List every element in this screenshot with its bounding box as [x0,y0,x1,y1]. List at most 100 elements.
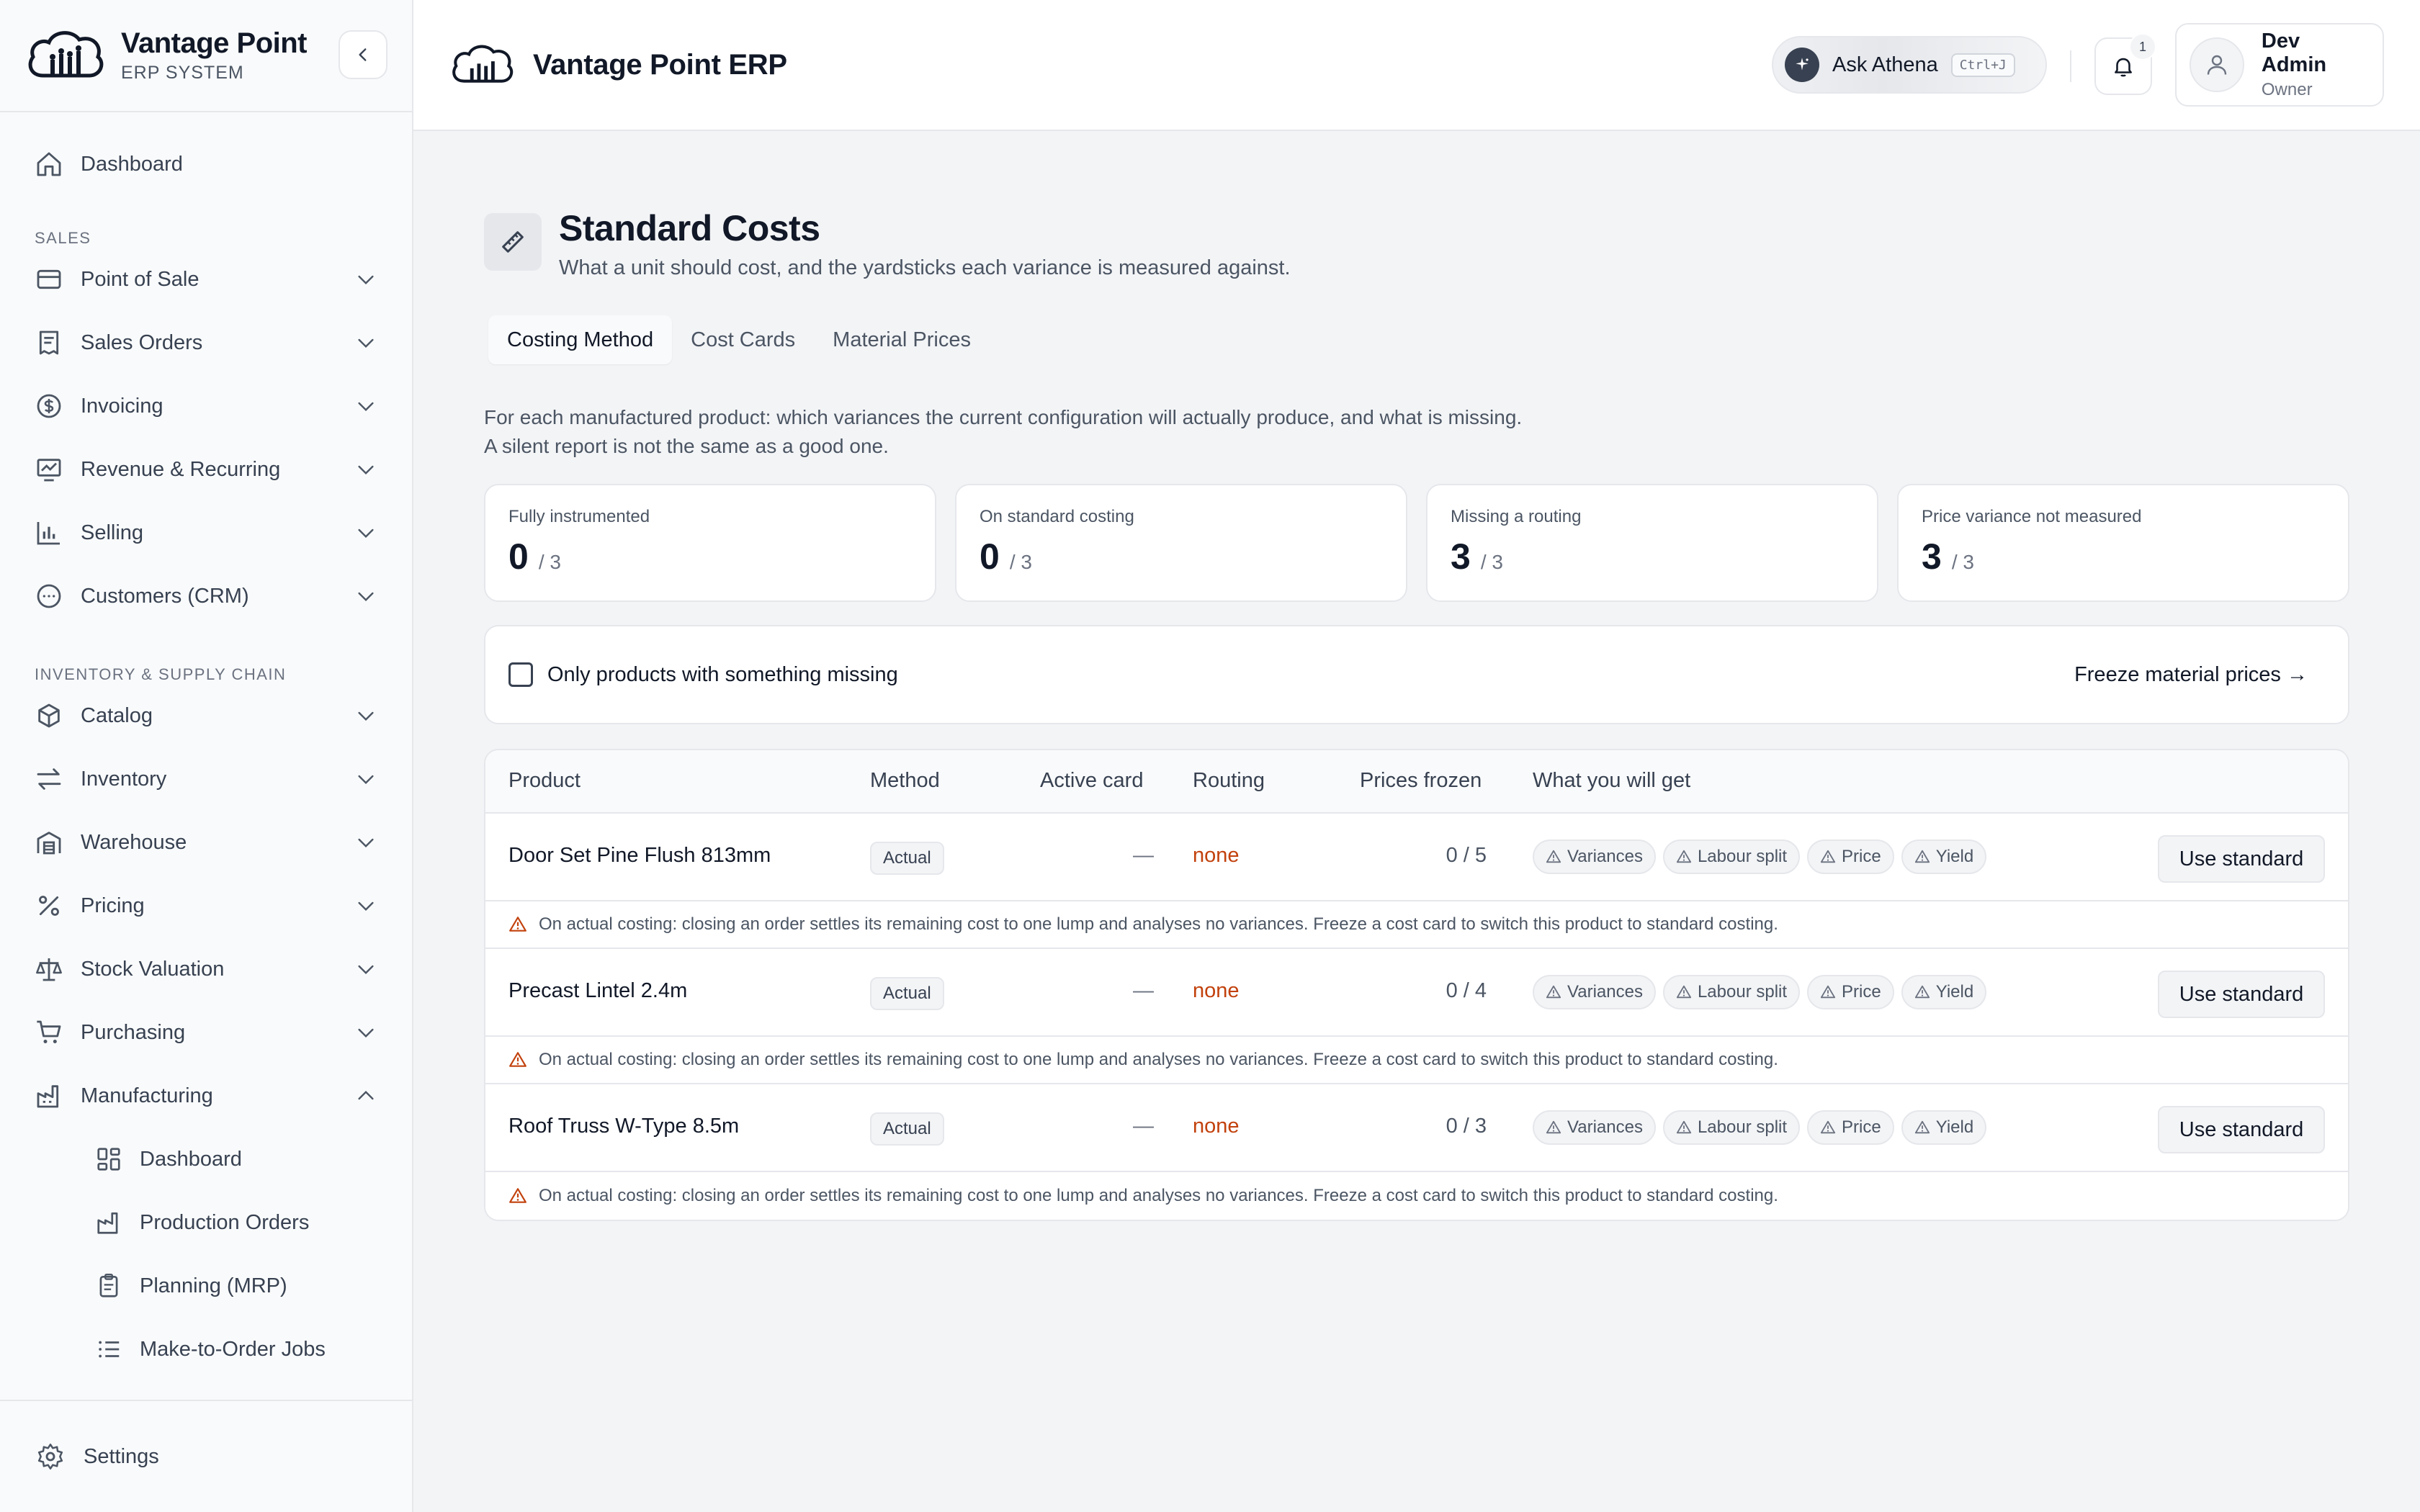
stat-total: / 3 [1951,551,1974,573]
stat-value: 3 [1451,536,1471,577]
column-header-prices-frozen: Prices frozen [1360,769,1482,792]
warehouse-icon [37,832,61,855]
routing-status: none [1193,979,1240,1002]
stat-card-price-variance: Price variance not measured 3 / 3 [1897,484,2349,602]
factory-icon [37,1085,59,1108]
tab-material-prices[interactable]: Material Prices [814,315,990,364]
capability-chip-price: Price [1807,840,1894,874]
ask-athena-button[interactable]: Ask Athena Ctrl+J [1772,36,2047,94]
warning-icon [509,917,526,932]
missing-only-label[interactable]: Only products with something missing [547,663,898,687]
product-name: Roof Truss W-Type 8.5m [508,1115,740,1138]
table-header: Product Method Active card Routing Price… [485,750,2348,814]
tab-costing-method[interactable]: Costing Method [488,315,673,364]
sidebar-item-revenue-recurring[interactable]: Revenue & Recurring [0,438,412,501]
sidebar-item-point-of-sale[interactable]: Point of Sale [0,248,412,311]
sidebar-item-pricing[interactable]: Pricing [0,874,412,937]
app-title: Vantage Point ERP [533,48,787,81]
sidebar-item-label: Warehouse [81,830,187,854]
capability-chip-variances: Variances [1533,1110,1656,1145]
page-title: Standard Costs [559,208,820,248]
table-row: Precast Lintel 2.4m Actual — none 0 / 4 Varia… [485,949,2348,1037]
warning-text: On actual costing: closing an order sett… [539,1050,1778,1069]
sidebar-item-settings[interactable]: Settings [0,1400,412,1512]
sidebar-item-customers-crm[interactable]: Customers (CRM) [0,564,412,628]
sidebar-item-purchasing[interactable]: Purchasing [0,1001,412,1064]
capability-chip-price: Price [1807,975,1894,1009]
warning-icon [1546,985,1561,999]
chevron-down-icon [358,465,374,475]
sidebar-subitem-make-to-order-jobs[interactable]: Make-to-Order Jobs [0,1318,412,1381]
page-subtitle: What a unit should cost, and the yardsti… [559,256,1291,279]
warning-row: On actual costing: closing an order sett… [485,1037,2348,1084]
settings-label: Settings [84,1444,159,1468]
sidebar-item-catalog[interactable]: Catalog [0,684,412,747]
chip-label: Labour split [1697,982,1788,1002]
chevron-up-icon [358,1090,374,1100]
box-icon [38,703,60,728]
chip-label: Price [1842,982,1881,1002]
chevron-down-icon [358,592,374,602]
stat-card-missing-routing: Missing a routing 3 / 3 [1426,484,1878,602]
user-menu[interactable]: Dev Admin Owner [2175,23,2384,107]
warning-icon [1546,1120,1561,1134]
capability-chip-yield: Yield [1901,1110,1987,1145]
chip-label: Yield [1935,847,1974,866]
sidebar-item-label: Catalog [81,703,153,727]
sidebar-item-warehouse[interactable]: Warehouse [0,811,412,874]
stats-row: Fully instrumented 0 / 3 On standard cost… [484,484,2349,602]
chip-label: Variances [1567,982,1643,1002]
warning-icon [1914,850,1930,863]
sidebar-item-invoicing[interactable]: Invoicing [0,374,412,438]
chat-icon [37,584,61,608]
notifications-button[interactable]: 1 [2094,33,2156,95]
sidebar-item-label: Invoicing [81,394,163,418]
sidebar-item-dashboard[interactable]: Dashboard [0,132,412,196]
tab-cost-cards[interactable]: Cost Cards [672,315,814,364]
sidebar-item-label: Revenue & Recurring [81,457,281,481]
cloud-logo-icon [28,31,104,78]
user-role: Owner [2261,80,2313,99]
cart-icon [37,1020,61,1043]
description-line: A silent report is not the same as a goo… [484,435,889,457]
chip-label: Price [1842,847,1881,866]
capability-chips: Variances Labour split Price Yield [1533,840,1987,874]
capability-chip-yield: Yield [1901,975,1987,1009]
column-header-method: Method [870,769,940,792]
use-standard-button[interactable]: Use standard [2158,1106,2325,1153]
use-standard-button[interactable]: Use standard [2158,835,2325,883]
warning-icon [1676,1120,1692,1134]
sidebar-subitem-planning-mrp[interactable]: Planning (MRP) [0,1254,412,1318]
bell-icon [2115,58,2132,77]
user-name: Dev Admin [2261,30,2327,76]
arrows-icon [37,768,61,790]
sidebar-subitem-production-orders[interactable]: Production Orders [0,1191,412,1254]
missing-only-checkbox[interactable] [508,662,533,687]
sidebar-item-inventory[interactable]: Inventory [0,747,412,811]
use-standard-button[interactable]: Use standard [2158,971,2325,1018]
page-description: For each manufactured product: which var… [484,403,1522,461]
warning-text: On actual costing: closing an order sett… [539,1186,1778,1205]
routing-status: none [1193,844,1240,867]
sidebar-item-manufacturing[interactable]: Manufacturing [0,1064,412,1128]
product-name: Door Set Pine Flush 813mm [508,844,771,867]
chevron-down-icon [358,901,374,912]
sidebar-item-selling[interactable]: Selling [0,501,412,564]
sidebar-item-label: Purchasing [81,1020,186,1044]
stat-card-fully-instrumented: Fully instrumented 0 / 3 [484,484,936,602]
sidebar-subitem-manufacturing-dashboard[interactable]: Dashboard [0,1128,412,1191]
bar-chart-icon [37,522,60,545]
warning-icon [1546,850,1561,863]
freeze-material-prices-link[interactable]: Freeze material prices → [2074,663,2308,687]
sidebar-item-stock-valuation[interactable]: Stock Valuation [0,937,412,1001]
active-card-value: — [1133,844,1154,867]
warning-icon [509,1052,526,1067]
capability-chip-yield: Yield [1901,840,1987,874]
stat-label: Price variance not measured [1922,507,2142,526]
method-badge: Actual [870,1112,944,1146]
home-icon [37,152,61,176]
sidebar-item-sales-orders[interactable]: Sales Orders [0,311,412,374]
warning-icon [1820,985,1836,999]
chip-label: Variances [1567,847,1643,866]
collapse-sidebar-button[interactable] [339,30,387,79]
